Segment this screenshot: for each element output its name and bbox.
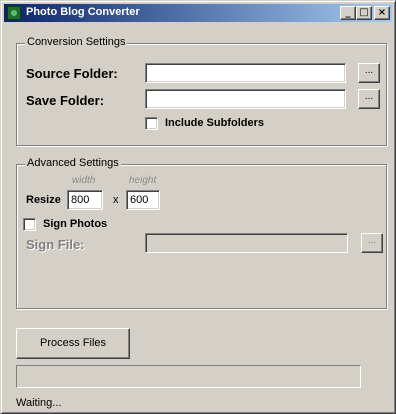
resize-separator: x — [113, 194, 119, 206]
height-hint: height — [129, 175, 157, 186]
window-title: Photo Blog Converter — [26, 6, 140, 18]
width-hint: width — [72, 175, 96, 186]
save-folder-input[interactable] — [145, 89, 346, 109]
resize-width-input[interactable] — [67, 190, 103, 210]
sign-photos-checkbox[interactable] — [23, 218, 36, 231]
progress-bar — [16, 365, 361, 388]
sign-file-label: Sign File: — [26, 237, 85, 252]
minimize-button[interactable]: _ — [340, 6, 356, 20]
include-subfolders-checkbox[interactable] — [145, 117, 158, 130]
source-folder-browse-button[interactable]: ... — [358, 63, 380, 83]
resize-height-input[interactable] — [126, 190, 160, 210]
source-folder-input[interactable] — [145, 63, 346, 83]
advanced-settings-legend: Advanced Settings — [25, 157, 121, 169]
close-button[interactable]: × — [374, 6, 390, 20]
resize-label: Resize — [26, 194, 61, 206]
maximize-button[interactable]: □ — [356, 6, 372, 20]
process-files-button[interactable]: Process Files — [16, 328, 130, 359]
source-folder-label: Source Folder: — [26, 66, 118, 81]
status-text: Waiting... — [16, 397, 62, 409]
sign-photos-label[interactable]: Sign Photos — [43, 218, 107, 230]
save-folder-label: Save Folder: — [26, 93, 105, 108]
app-window: Photo Blog Converter _ □ × Conversion Se… — [0, 0, 396, 414]
title-bar[interactable]: Photo Blog Converter _ □ × — [4, 4, 392, 22]
sign-file-browse-button[interactable]: ... — [361, 233, 383, 253]
save-folder-browse-button[interactable]: ... — [358, 89, 380, 109]
sign-file-input[interactable] — [145, 233, 348, 253]
conversion-settings-legend: Conversion Settings — [25, 36, 128, 48]
include-subfolders-label[interactable]: Include Subfolders — [165, 117, 264, 129]
app-icon — [7, 6, 21, 20]
